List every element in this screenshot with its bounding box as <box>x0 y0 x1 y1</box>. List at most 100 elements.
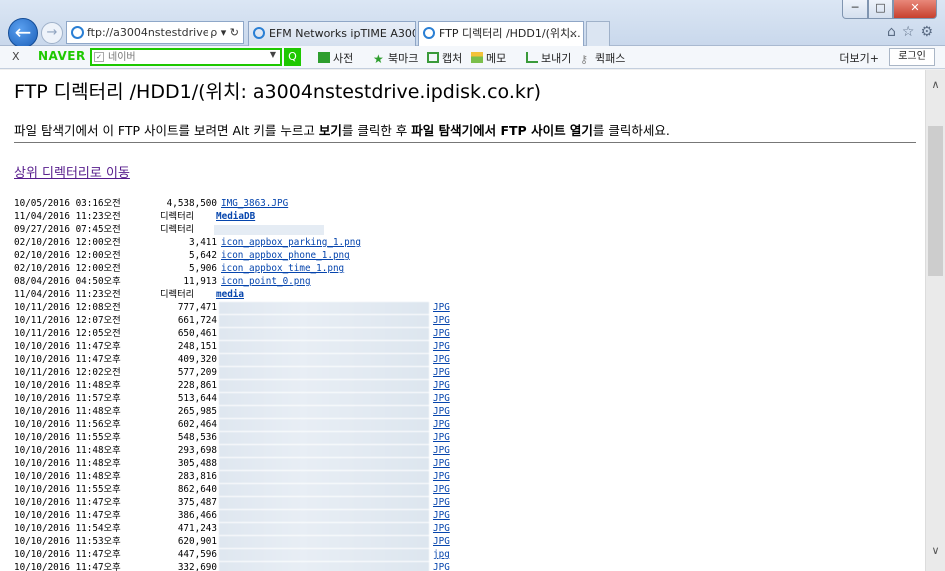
file-link[interactable]: JPG <box>433 522 450 535</box>
file-link[interactable]: icon_appbox_time_1.png <box>221 262 344 275</box>
directory-link[interactable]: media <box>216 288 244 301</box>
redacted-name <box>214 225 324 235</box>
file-link[interactable]: JPG <box>433 535 450 548</box>
chevron-down-icon[interactable]: ▼ <box>270 50 276 59</box>
maximize-button[interactable]: □ <box>868 0 893 19</box>
file-link[interactable]: JPG <box>433 444 450 457</box>
file-size: 386,466 <box>177 510 217 521</box>
file-link[interactable]: JPG <box>433 561 450 571</box>
directory-listing: 10/05/2016 03:16오전 4,538,500 IMG_3863.JPG 1… <box>14 197 925 571</box>
scroll-up-arrow-icon[interactable]: ∧ <box>926 78 945 91</box>
back-button[interactable]: ← <box>8 18 38 48</box>
file-link[interactable]: JPG <box>433 457 450 470</box>
toolbar-item-label: 캡처 <box>442 52 463 65</box>
ie-tab-icon <box>423 27 435 39</box>
ie-tab-icon <box>253 27 265 39</box>
search-button[interactable]: Q <box>284 48 301 66</box>
file-link[interactable]: icon_point_0.png <box>221 275 311 288</box>
file-link[interactable]: icon_appbox_phone_1.png <box>221 249 350 262</box>
divider <box>14 142 916 143</box>
file-link[interactable]: IMG_3863.JPG <box>221 197 288 210</box>
listing-row: 10/10/2016 11:55오후 548,536 JPG <box>14 431 925 444</box>
file-link[interactable]: JPG <box>433 353 450 366</box>
file-date: 10/10/2016 11:55오후 <box>14 432 121 443</box>
naver-search-input[interactable] <box>108 50 258 64</box>
tab-label: FTP 디렉터리 /HDD1/(위치... <box>439 27 581 40</box>
file-link[interactable]: JPG <box>433 340 450 353</box>
vertical-scrollbar[interactable]: ∧ ∨ <box>925 70 945 571</box>
file-link[interactable]: JPG <box>433 392 450 405</box>
tab-ftp-directory[interactable]: FTP 디렉터리 /HDD1/(위치... × <box>418 21 584 46</box>
naver-toolbar: X NAVER ✓ ▼ Q 사전 ★ 북마크 캡처 메모 보내기 ⚷ 퀵패스 더보기… <box>0 46 945 69</box>
directory-link[interactable]: MediaDB <box>216 210 255 223</box>
toolbar-close-button[interactable]: X <box>12 50 20 63</box>
redacted-filename <box>219 406 429 418</box>
address-bar[interactable]: ftp://a3004nstestdrive.i... ρ ▾ ↻ <box>66 21 244 44</box>
naver-logo[interactable]: NAVER <box>38 49 86 63</box>
file-link[interactable]: JPG <box>433 314 450 327</box>
tab-efm-networks[interactable]: EFM Networks ipTIME A3004... <box>248 21 416 46</box>
file-size: 11,913 <box>183 276 217 287</box>
redacted-filename <box>219 523 429 535</box>
file-size: 375,487 <box>177 497 217 508</box>
naver-search-box: ✓ ▼ <box>90 48 282 66</box>
listing-row: 10/11/2016 12:05오전 650,461 JPG <box>14 327 925 340</box>
scrollbar-thumb[interactable] <box>928 126 943 276</box>
file-link[interactable]: JPG <box>433 405 450 418</box>
gear-icon[interactable]: ⚙ <box>920 24 933 40</box>
new-tab-button[interactable] <box>586 21 610 46</box>
instruction-text: 파일 탐색기에서 이 FTP 사이트를 보려면 Alt 키를 누르고 보기를 클… <box>14 120 925 139</box>
capture-icon <box>427 52 439 63</box>
redacted-filename <box>219 510 429 522</box>
file-size: 228,861 <box>177 380 217 391</box>
listing-row: 02/10/2016 12:00오전 5,642 icon_appbox_phone… <box>14 249 925 262</box>
file-link[interactable]: JPG <box>433 496 450 509</box>
file-link[interactable]: icon_appbox_parking_1.png <box>221 236 361 249</box>
tab-close-icon[interactable]: × <box>569 22 578 45</box>
redacted-filename <box>219 367 429 379</box>
redacted-filename <box>219 419 429 431</box>
toolbar-dictionary[interactable]: 사전 <box>318 50 353 66</box>
file-link[interactable]: jpg <box>433 548 450 561</box>
toolbar-quickpass[interactable]: ⚷ 퀵패스 <box>580 50 625 66</box>
file-link[interactable]: JPG <box>433 379 450 392</box>
toolbar-memo[interactable]: 메모 <box>471 50 506 66</box>
favorites-star-icon[interactable]: ☆ <box>902 24 915 40</box>
file-link[interactable]: JPG <box>433 509 450 522</box>
file-link[interactable]: JPG <box>433 483 450 496</box>
file-date: 09/27/2016 07:45오전 <box>14 224 121 235</box>
file-link[interactable]: JPG <box>433 418 450 431</box>
scroll-down-arrow-icon[interactable]: ∨ <box>926 544 945 557</box>
toolbar-send[interactable]: 보내기 <box>526 50 571 66</box>
file-size: 293,698 <box>177 445 217 456</box>
close-window-button[interactable]: ✕ <box>893 0 937 19</box>
toolbar-item-label: 보내기 <box>541 52 572 65</box>
file-date: 10/10/2016 11:54오후 <box>14 523 121 534</box>
search-option-checkbox[interactable]: ✓ <box>94 52 104 62</box>
redacted-filename <box>219 315 429 327</box>
toolbar-more-button[interactable]: 더보기+ <box>839 50 879 66</box>
file-link[interactable]: JPG <box>433 431 450 444</box>
browser-tools: ⌂ ☆ ⚙ <box>887 24 933 40</box>
listing-row: 11/04/2016 11:23오전 디렉터리 MediaDB <box>14 210 925 223</box>
toolbar-bookmark[interactable]: ★ 북마크 <box>373 50 418 66</box>
address-controls[interactable]: ρ ▾ ↻ <box>208 22 239 43</box>
file-link[interactable]: JPG <box>433 301 450 314</box>
forward-button[interactable]: → <box>41 22 63 44</box>
login-button[interactable]: 로그인 <box>889 48 935 66</box>
listing-row: 10/05/2016 03:16오전 4,538,500 IMG_3863.JPG <box>14 197 925 210</box>
instruction-part: 를 클릭한 후 <box>341 123 412 138</box>
file-link[interactable]: JPG <box>433 327 450 340</box>
listing-row: 10/10/2016 11:48오후 283,816 JPG <box>14 470 925 483</box>
file-date: 10/10/2016 11:47오후 <box>14 562 121 571</box>
parent-directory-link[interactable]: 상위 디렉터리로 이동 <box>14 162 130 181</box>
redacted-filename <box>219 471 429 483</box>
toolbar-capture[interactable]: 캡처 <box>427 50 462 66</box>
file-link[interactable]: JPG <box>433 366 450 379</box>
redacted-filename <box>219 536 429 548</box>
home-icon[interactable]: ⌂ <box>887 24 896 40</box>
file-size: 5,642 <box>189 250 217 261</box>
file-date: 10/10/2016 11:48오후 <box>14 380 121 391</box>
minimize-button[interactable]: ─ <box>842 0 868 19</box>
file-link[interactable]: JPG <box>433 470 450 483</box>
